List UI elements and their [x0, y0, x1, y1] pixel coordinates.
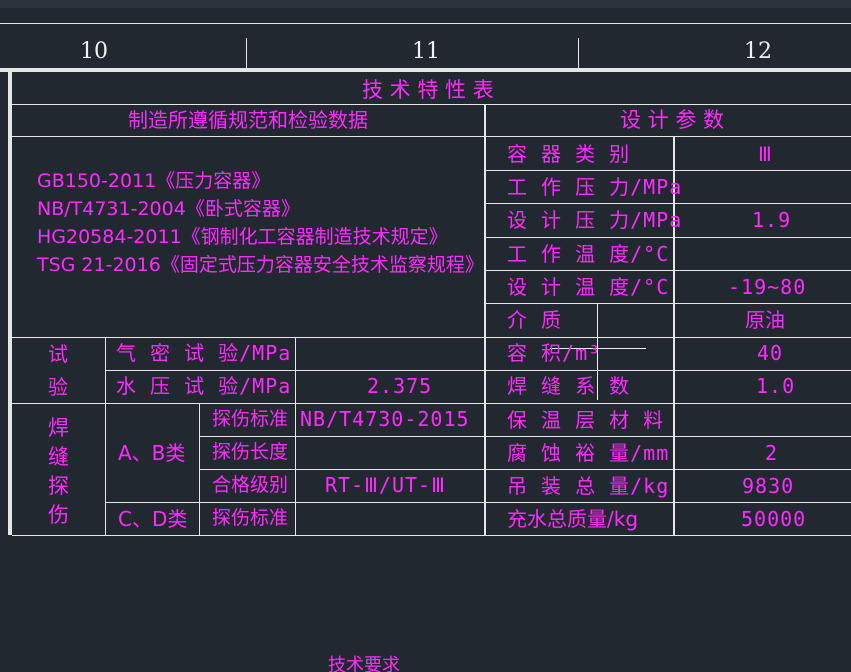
param-name: 工 作 压 力/MPa	[507, 175, 683, 199]
right-header: 设 计 参 数	[620, 108, 725, 132]
bottom-heading: 技术要求	[328, 655, 400, 672]
param-value: 9830	[742, 474, 795, 498]
param-value: 40	[757, 341, 784, 365]
ndt-name-length: 探伤长度	[212, 441, 289, 463]
bottom-clip: 技术要求	[0, 600, 851, 672]
param-name: 设 计 温 度/°C	[507, 275, 670, 299]
param-value: 2	[765, 441, 779, 465]
param-name: 容 积/m³	[507, 341, 602, 365]
param-name: 容 器 类 别	[507, 142, 631, 166]
ndt-label-3: 探	[48, 474, 69, 498]
ndt-value-grade: RT-Ⅲ/UT-Ⅲ	[325, 473, 446, 497]
ndt-name-grade: 合格级别	[212, 474, 289, 496]
test-name-hydro: 水 压 试 验/MPa	[116, 374, 292, 398]
ndt-label-2: 缝	[48, 445, 69, 469]
standard-item: NB/T4731-2004《卧式容器》	[37, 198, 300, 220]
test-name-airtight: 气 密 试 验/MPa	[116, 341, 292, 365]
param-name: 介 质	[507, 308, 563, 332]
ndt-label-1: 焊	[48, 416, 69, 440]
standard-item: TSG 21-2016《固定式压力容器安全技术监察规程》	[37, 254, 484, 276]
ndt-class-cd: C、D类	[118, 507, 188, 531]
ndt-name-standard-cd: 探伤标准	[212, 507, 289, 529]
param-name: 工 作 温 度/°C	[507, 242, 670, 266]
standard-item: HG20584-2011《钢制化工容器制造技术规定》	[37, 226, 448, 248]
left-header: 制造所遵循规范和检验数据	[128, 108, 368, 132]
ndt-label-4: 伤	[48, 503, 69, 527]
param-name: 腐 蚀 裕 量/mm	[507, 441, 670, 465]
param-value: 50000	[741, 507, 807, 531]
table-title: 技 术 特 性 表	[362, 78, 494, 102]
param-value: 原油	[745, 308, 785, 332]
param-name: 吊 装 总 量/kg	[507, 474, 670, 498]
param-value: -19~80	[728, 275, 807, 299]
param-name: 充水总质量/kg	[507, 507, 639, 531]
ndt-value-standard: NB/T4730-2015	[300, 407, 470, 431]
param-value: 1.9	[752, 208, 792, 232]
param-value: Ⅲ	[758, 142, 773, 166]
test-value-hydro: 2.375	[367, 374, 433, 398]
standard-item: GB150-2011《压力容器》	[37, 170, 271, 192]
param-name: 焊 缝 系 数	[507, 374, 631, 398]
ndt-class-ab: A、B类	[118, 441, 186, 465]
test-label-1: 试	[48, 342, 68, 366]
param-name: 保 温 层 材 料	[507, 408, 665, 432]
test-label-2: 验	[48, 375, 68, 399]
param-value: 1.0	[756, 374, 796, 398]
param-name: 设 计 压 力/MPa	[507, 208, 683, 232]
ndt-name-standard: 探伤标准	[212, 408, 289, 430]
